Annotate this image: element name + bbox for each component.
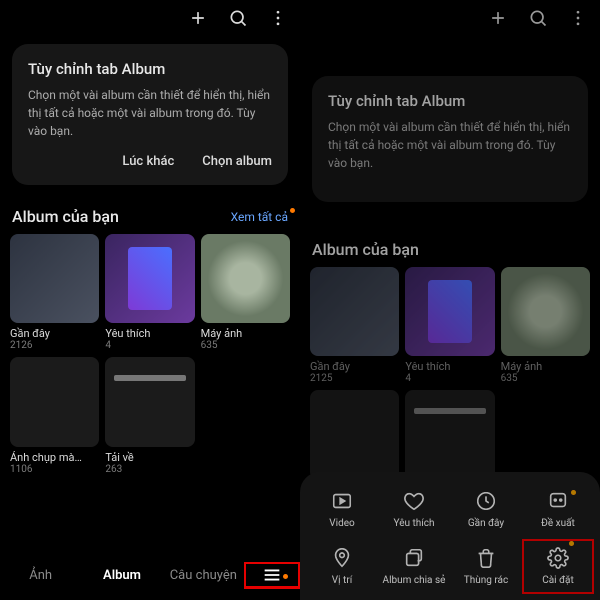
- sheet-favorites[interactable]: Yêu thích: [378, 490, 450, 529]
- search-icon[interactable]: [228, 8, 248, 28]
- menu-button[interactable]: [244, 562, 300, 589]
- album-item[interactable]: Yêu thích4: [405, 267, 494, 384]
- album-item[interactable]: Tải về263: [105, 357, 194, 474]
- album-thumb: [105, 234, 194, 323]
- section-title: Album của bạn: [12, 207, 119, 226]
- menu-icon: [261, 564, 283, 586]
- tab-stories[interactable]: Câu chuyện: [163, 568, 244, 583]
- sheet-location[interactable]: Vị trí: [306, 547, 378, 586]
- album-item[interactable]: [310, 390, 399, 483]
- album-thumb: [310, 390, 399, 479]
- add-icon[interactable]: [188, 8, 208, 28]
- sheet-suggest[interactable]: Đề xuất: [522, 490, 594, 529]
- shared-icon: [403, 547, 425, 569]
- sheet-settings[interactable]: Cài đặt: [522, 539, 594, 594]
- suggest-icon: [547, 490, 569, 512]
- sheet-video[interactable]: Video: [306, 490, 378, 529]
- sheet-trash[interactable]: Thùng rác: [450, 547, 522, 586]
- section-header: Album của bạn Xem tất cả: [0, 193, 300, 234]
- notification-dot: [571, 490, 576, 495]
- clock-icon: [475, 490, 497, 512]
- album-thumb: [105, 357, 194, 446]
- customize-card: Tùy chỉnh tab Album Chọn một vài album c…: [312, 76, 588, 202]
- album-item[interactable]: Gần đây2125: [310, 267, 399, 384]
- notification-dot: [290, 208, 295, 213]
- card-title: Tùy chỉnh tab Album: [328, 92, 572, 110]
- card-title: Tùy chỉnh tab Album: [28, 60, 272, 78]
- search-icon[interactable]: [528, 8, 548, 28]
- album-item[interactable]: Gần đây2126: [10, 234, 99, 351]
- trash-icon: [475, 547, 497, 569]
- album-thumb: [405, 390, 494, 479]
- screen-left: Tùy chỉnh tab Album Chọn một vài album c…: [0, 0, 300, 600]
- album-thumb: [310, 267, 399, 356]
- more-icon[interactable]: [568, 8, 588, 28]
- card-actions: Lúc khác Chọn album: [28, 154, 272, 169]
- notification-dot: [283, 574, 288, 579]
- section-title: Album của bạn: [312, 240, 419, 259]
- sheet-shared[interactable]: Album chia sẻ: [378, 547, 450, 586]
- album-item[interactable]: Ảnh chụp mà…1106: [10, 357, 99, 474]
- notification-dot: [569, 541, 574, 546]
- album-item[interactable]: [405, 390, 494, 483]
- add-icon[interactable]: [488, 8, 508, 28]
- bottom-sheet: Video Yêu thích Gần đây Đề xuất Vị trí A…: [300, 472, 600, 600]
- topbar: [300, 0, 600, 36]
- customize-card: Tùy chỉnh tab Album Chọn một vài album c…: [12, 44, 288, 185]
- album-thumb: [501, 267, 590, 356]
- album-item[interactable]: Yêu thích4: [105, 234, 194, 351]
- location-icon: [331, 547, 353, 569]
- bottom-tabs: Ảnh Album Câu chuyện: [0, 550, 300, 600]
- tab-photos[interactable]: Ảnh: [0, 568, 81, 583]
- album-item[interactable]: Máy ảnh635: [501, 267, 590, 384]
- album-thumb: [201, 234, 290, 323]
- album-item[interactable]: Máy ảnh635: [201, 234, 290, 351]
- card-body: Chọn một vài album cần thiết để hiển thị…: [328, 118, 572, 172]
- topbar: [0, 0, 300, 36]
- sheet-grid: Video Yêu thích Gần đây Đề xuất Vị trí A…: [306, 490, 594, 586]
- choose-album-button[interactable]: Chọn album: [202, 154, 272, 169]
- album-grid: Gần đây2126 Yêu thích4 Máy ảnh635 Ảnh ch…: [0, 234, 300, 475]
- gear-icon: [547, 547, 569, 569]
- album-grid: Gần đây2125 Yêu thích4 Máy ảnh635: [300, 267, 600, 484]
- section-header: Album của bạn: [300, 210, 600, 267]
- album-thumb: [10, 234, 99, 323]
- card-body: Chọn một vài album cần thiết để hiển thị…: [28, 86, 272, 140]
- view-all-link[interactable]: Xem tất cả: [231, 210, 288, 224]
- later-button[interactable]: Lúc khác: [122, 154, 174, 169]
- tab-albums[interactable]: Album: [81, 568, 162, 583]
- heart-icon: [403, 490, 425, 512]
- screen-right: Tùy chỉnh tab Album Chọn một vài album c…: [300, 0, 600, 600]
- video-icon: [331, 490, 353, 512]
- album-thumb: [10, 357, 99, 446]
- more-icon[interactable]: [268, 8, 288, 28]
- sheet-recent[interactable]: Gần đây: [450, 490, 522, 529]
- album-thumb: [405, 267, 494, 356]
